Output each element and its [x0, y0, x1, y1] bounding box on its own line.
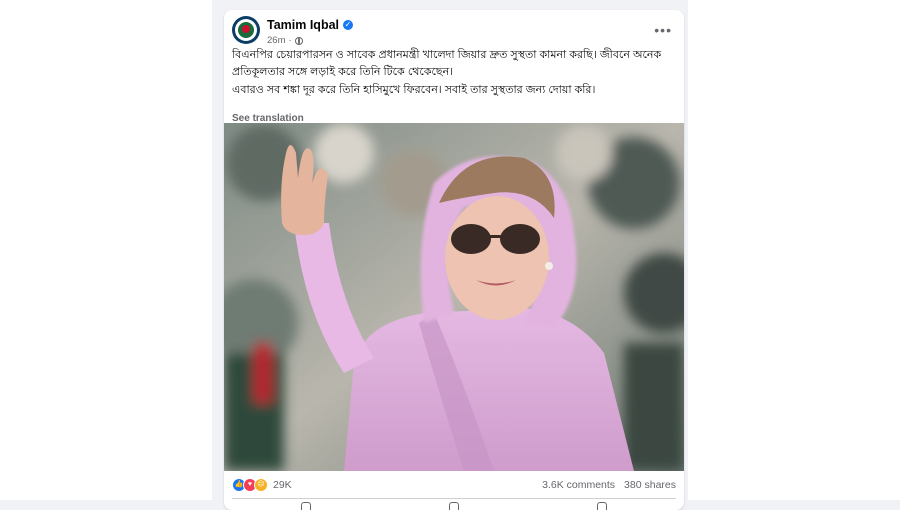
globe-icon — [294, 36, 303, 45]
post-text: বিএনপির চেয়ারপারসন ও সাবেক প্রধানমন্ত্র… — [232, 47, 680, 100]
author-row: Tamim Iqbal ✓ — [267, 18, 354, 32]
post-stats: 👍 ♥ ☹ 29K 3.6K comments 380 shares — [232, 476, 676, 494]
page-background-right — [688, 0, 900, 500]
sad-reaction-icon: ☹ — [254, 478, 268, 492]
divider — [232, 498, 676, 499]
comment-icon — [449, 502, 459, 510]
engagement-counts: 3.6K comments 380 shares — [542, 479, 676, 491]
comment-button[interactable] — [449, 502, 459, 510]
action-bar — [232, 502, 676, 510]
post-text-line: বিএনপির চেয়ারপারসন ও সাবেক প্রধানমন্ত্র… — [232, 49, 662, 78]
share-icon — [597, 502, 607, 510]
avatar-dot — [242, 25, 250, 33]
reaction-summary[interactable]: 👍 ♥ ☹ 29K — [232, 478, 292, 492]
avatar[interactable] — [232, 16, 260, 44]
comments-count[interactable]: 3.6K comments — [542, 479, 615, 491]
post-photo[interactable] — [224, 123, 684, 471]
verified-icon: ✓ — [343, 20, 354, 30]
shares-count[interactable]: 380 shares — [624, 479, 676, 491]
post-time[interactable]: 26m — [267, 35, 285, 46]
like-button[interactable] — [301, 502, 311, 510]
author-name[interactable]: Tamim Iqbal — [267, 18, 339, 32]
post-meta: 26m · — [267, 35, 303, 46]
post-text-line: এবারও সব শঙ্কা দূর করে তিনি হাসিমুখে ফির… — [232, 84, 596, 96]
page-background-left — [0, 0, 212, 500]
separator: · — [288, 35, 292, 46]
share-button[interactable] — [597, 502, 607, 510]
like-icon — [301, 502, 311, 510]
photo-illustration — [224, 123, 684, 471]
reaction-count: 29K — [273, 479, 292, 491]
more-icon[interactable]: ••• — [654, 22, 672, 38]
feed-post: Tamim Iqbal ✓ 26m · ••• বিএনপির চেয়ারপা… — [224, 10, 684, 510]
